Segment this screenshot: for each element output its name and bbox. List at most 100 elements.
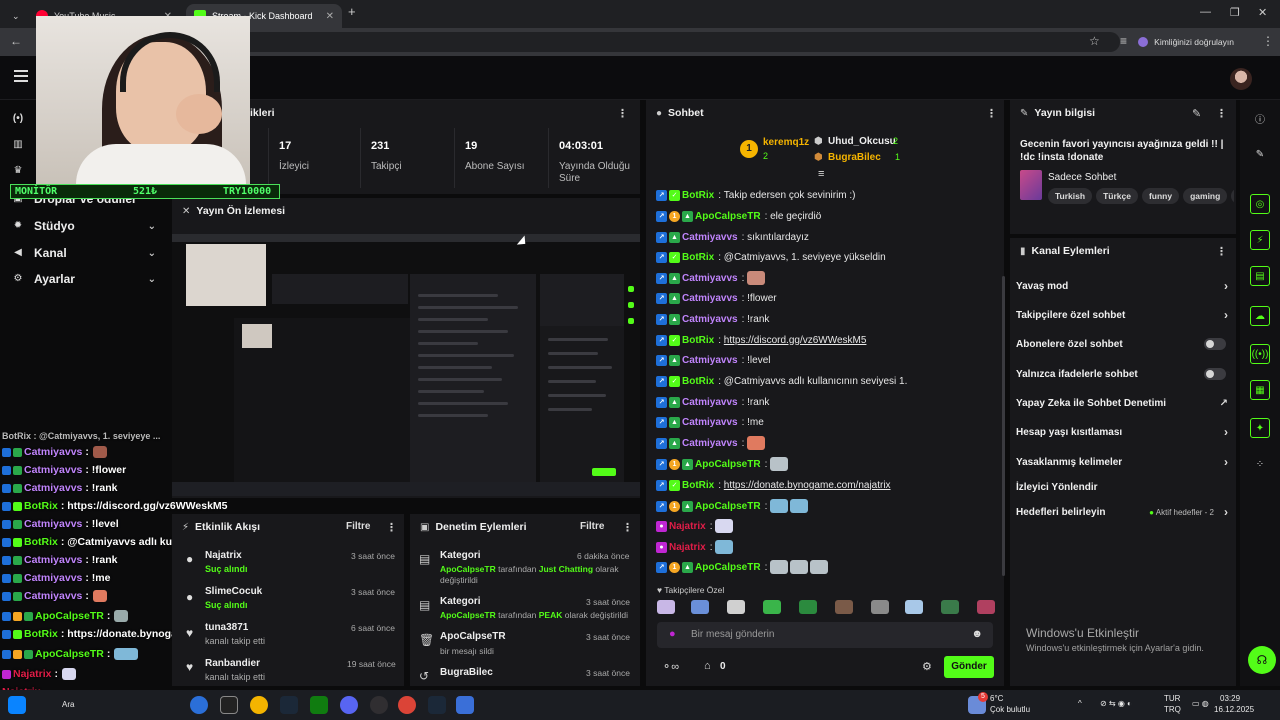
- tab-list-button[interactable]: ⌄: [4, 4, 24, 28]
- maximize-button[interactable]: ❐: [1230, 6, 1240, 19]
- minimize-button[interactable]: —: [1200, 6, 1211, 18]
- input-layout[interactable]: TRQ: [1164, 705, 1181, 714]
- sidebar-item-studio[interactable]: ✹ Stüdyo ⌄: [0, 213, 170, 239]
- kebab-menu-icon[interactable]: ⋮: [386, 521, 397, 534]
- send-button[interactable]: Gönder: [944, 656, 994, 678]
- chat-link[interactable]: https://discord.gg/vz6WWeskM5: [724, 335, 867, 346]
- stat-followers: 231 Takipçi: [360, 128, 454, 188]
- info-icon[interactable]: ⓘ: [1250, 108, 1270, 128]
- toggle-switch[interactable]: [1204, 368, 1226, 380]
- discord-icon[interactable]: [340, 696, 358, 714]
- kebab-menu-icon[interactable]: ⋮: [986, 107, 997, 120]
- taskbar-search-label[interactable]: Ara: [62, 700, 74, 709]
- network-sound-icons[interactable]: ▭ ◍: [1192, 699, 1209, 708]
- close-window-button[interactable]: ✕: [1258, 6, 1267, 19]
- chrome-icon[interactable]: [250, 696, 268, 714]
- clock-date[interactable]: 16.12.2025: [1214, 705, 1254, 714]
- back-arrow-icon[interactable]: ←: [10, 34, 22, 48]
- toggle-switch[interactable]: [1204, 338, 1226, 350]
- close-icon[interactable]: ✕: [326, 11, 334, 22]
- emote[interactable]: [799, 600, 817, 614]
- xbox-icon[interactable]: [310, 696, 328, 714]
- set-goals-action[interactable]: Hedefleri belirleyin ● Aktif hedefler - …: [1016, 501, 1230, 523]
- media-control-icon[interactable]: ≡: [1120, 34, 1127, 48]
- subscribers-only-action[interactable]: Abonelere özel sohbet: [1016, 333, 1230, 355]
- edge-icon[interactable]: [190, 696, 208, 714]
- clipboard-icon[interactable]: ▤: [1250, 266, 1270, 286]
- clock-time[interactable]: 03:29: [1220, 694, 1240, 703]
- chat-scrollbar[interactable]: [1002, 276, 1005, 576]
- edit-pencil-icon[interactable]: ✎: [1192, 107, 1201, 120]
- kebab-menu-icon[interactable]: ⋮: [1216, 107, 1227, 120]
- raid-action[interactable]: İzleyici Yönlendir: [1016, 476, 1230, 498]
- activity-filter-button[interactable]: Filtre: [346, 521, 370, 532]
- sidebar-item-settings[interactable]: ⚙ Ayarlar ⌄: [0, 266, 170, 292]
- ai-moderation-action[interactable]: Yapay Zeka ile Sohbet Denetimi ↗: [1016, 392, 1230, 414]
- account-age-action[interactable]: Hesap yaşı kısıtlaması ›: [1016, 421, 1230, 443]
- input-lang[interactable]: TUR: [1164, 694, 1180, 703]
- chrome-active-icon[interactable]: [398, 696, 416, 714]
- steam-icon[interactable]: [428, 696, 446, 714]
- stat-uptime: 04:03:01 Yayında Olduğu Süre: [548, 128, 640, 188]
- leader-name[interactable]: Uhud_Okcusu: [828, 136, 896, 147]
- chevron-down-icon: ⌄: [12, 10, 20, 21]
- slow-mode-action[interactable]: Yavaş mod ›: [1016, 275, 1230, 297]
- emoji-icon[interactable]: ☻: [971, 628, 983, 640]
- start-icon[interactable]: [8, 696, 26, 714]
- avatar[interactable]: [1230, 68, 1252, 90]
- filter-icon[interactable]: ≡: [818, 168, 824, 180]
- kebab-menu-icon[interactable]: ⋮: [622, 521, 633, 534]
- store-icon[interactable]: ⌂: [704, 660, 711, 672]
- banned-words-action[interactable]: Yasaklanmış kelimeler ›: [1016, 451, 1230, 473]
- kebab-menu-icon[interactable]: ⋮: [1216, 245, 1227, 258]
- emote[interactable]: [691, 600, 709, 614]
- emote[interactable]: [905, 600, 923, 614]
- broadcast-icon[interactable]: ((•)): [1250, 344, 1270, 364]
- emote[interactable]: [941, 600, 959, 614]
- help-headset-button[interactable]: ☊: [1248, 646, 1276, 674]
- emote[interactable]: [977, 600, 995, 614]
- new-tab-button[interactable]: +: [348, 4, 356, 19]
- stat-label: Abone Sayısı: [465, 161, 525, 172]
- chat-input[interactable]: ● Bir mesaj gönderin ☻: [657, 622, 993, 648]
- edit-icon[interactable]: ✎: [1250, 144, 1270, 164]
- sidebar-item-channel[interactable]: ◀ Kanal ⌄: [0, 240, 170, 266]
- tray-chevron-icon[interactable]: ^: [1078, 699, 1082, 708]
- chat-icon[interactable]: ☁: [1250, 306, 1270, 326]
- preview-title: Yayın Ön İzlemesi: [196, 205, 286, 217]
- emote[interactable]: [727, 600, 745, 614]
- epic-games-icon[interactable]: [220, 696, 238, 714]
- steam-icon[interactable]: [280, 696, 298, 714]
- tray-icons[interactable]: ⊘ ⇆ ◉ ◐: [1100, 699, 1132, 708]
- leader-name[interactable]: BugraBilec: [828, 152, 881, 163]
- emote[interactable]: [835, 600, 853, 614]
- emote[interactable]: [871, 600, 889, 614]
- browser-menu-icon[interactable]: ⋮: [1262, 34, 1274, 48]
- hamburger-menu-icon[interactable]: [14, 70, 28, 82]
- activation-watermark-sub: Windows'u etkinleştirmek için Ayarlar'a …: [1026, 643, 1204, 653]
- emote-only-action[interactable]: Yalnızca ifadelerle sohbet: [1016, 363, 1230, 385]
- chat-link[interactable]: https://donate.bynogame.com/najatrix: [724, 480, 891, 491]
- followers-only-action[interactable]: Takipçilere özel sohbet ›: [1016, 304, 1230, 326]
- weather-desc: Çok bulutlu: [990, 705, 1031, 714]
- wrench-icon[interactable]: ✦: [1250, 418, 1270, 438]
- points-icon[interactable]: ⚬∞: [662, 660, 679, 673]
- emote[interactable]: [657, 600, 675, 614]
- leader-name[interactable]: keremq1z: [763, 137, 809, 148]
- kebab-menu-icon[interactable]: ⋮: [617, 107, 628, 120]
- sidebar-item-label: Ayarlar: [34, 272, 75, 286]
- emote: [790, 560, 809, 574]
- chat-message: ● Najatrix:: [656, 538, 735, 556]
- obs-icon[interactable]: [370, 696, 388, 714]
- chat-message: ● Najatrix:: [656, 517, 735, 535]
- star-icon[interactable]: ☆: [1089, 34, 1100, 48]
- profile-verify-button[interactable]: Kimliğinizi doğrulayın: [1132, 33, 1242, 51]
- camera-icon[interactable]: ◎: [1250, 194, 1270, 214]
- people-icon[interactable]: ▦: [1250, 380, 1270, 400]
- apps-icon[interactable]: ⁘: [1250, 454, 1270, 474]
- bolt-icon[interactable]: ⚡: [1250, 230, 1270, 250]
- emote[interactable]: [763, 600, 781, 614]
- moderation-filter-button[interactable]: Filtre: [580, 521, 604, 532]
- settings-gear-icon[interactable]: ⚙: [922, 660, 932, 673]
- notepad-icon[interactable]: [456, 696, 474, 714]
